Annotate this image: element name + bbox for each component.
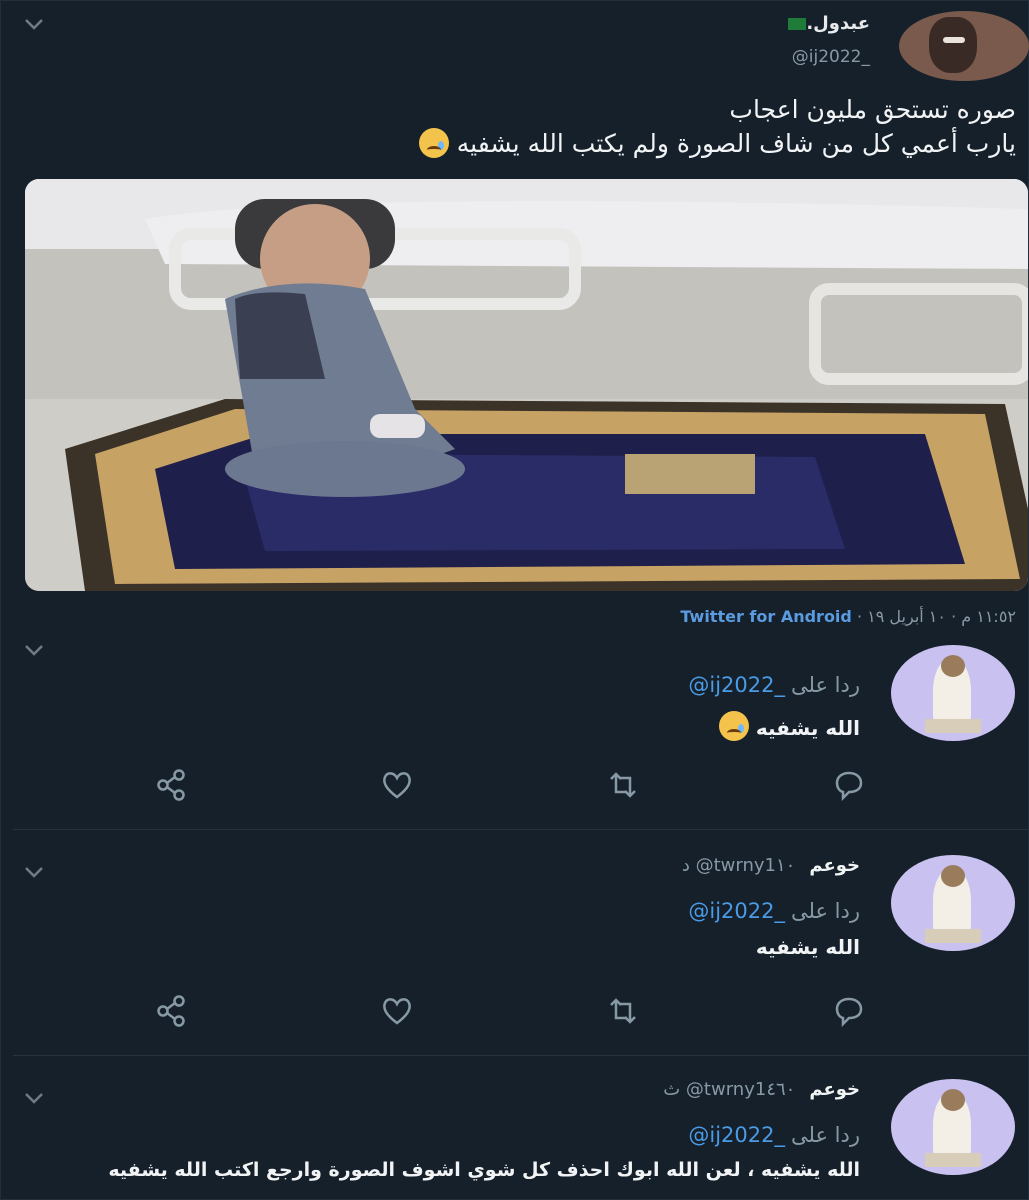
crying-face-emoji <box>418 128 449 158</box>
avatar-base <box>925 929 981 943</box>
retweet-icon[interactable] <box>603 765 643 805</box>
reply-author-handle[interactable]: @twrny1 <box>696 855 776 876</box>
reply-actions <box>151 991 871 1031</box>
chevron-down-icon[interactable] <box>23 1091 45 1105</box>
replying-label: ردا على <box>791 1123 860 1147</box>
replying-label: ردا على <box>791 673 860 697</box>
replying-to: ردا على@ij2022_ <box>688 673 860 697</box>
reply-author-name[interactable]: خوعم <box>809 1079 860 1100</box>
divider <box>13 1055 1028 1056</box>
reply-text-content: الله يشفيه <box>755 716 860 740</box>
reply-text: الله يشفيه ، لعن الله ابوك احذف كل شوي ا… <box>108 1159 860 1181</box>
reply-icon[interactable] <box>829 765 869 805</box>
reply-author-handle[interactable]: @twrny1 <box>686 1079 766 1100</box>
replying-to-link[interactable]: @ij2022_ <box>688 1123 785 1147</box>
author-name: عبدول. <box>806 13 870 34</box>
reply-icon[interactable] <box>829 991 869 1031</box>
replying-to-link[interactable]: @ij2022_ <box>688 899 785 923</box>
replying-to-link[interactable]: @ij2022_ <box>688 673 785 697</box>
reply-text: الله يشفيه <box>755 935 860 959</box>
reply-avatar[interactable] <box>891 645 1015 741</box>
chevron-down-icon[interactable] <box>23 17 45 31</box>
main-tweet-handle[interactable]: @ij2022_ <box>792 47 870 67</box>
screen: عبدول. @ij2022_ صوره تستحق مليون اعجاب ي… <box>0 0 1029 1200</box>
tweet-source[interactable]: Twitter for Android <box>680 607 852 626</box>
replying-label: ردا على <box>791 899 860 923</box>
main-tweet-name[interactable]: عبدول. <box>784 13 870 34</box>
like-icon[interactable] <box>377 991 417 1031</box>
chevron-down-icon[interactable] <box>23 865 45 879</box>
avatar-base <box>925 1153 981 1167</box>
avatar-eye <box>943 37 965 43</box>
reply-header: خوعم@twrny1١٠ د <box>682 855 860 876</box>
main-tweet-avatar[interactable] <box>899 11 1029 81</box>
share-icon[interactable] <box>151 991 191 1031</box>
divider <box>13 829 1028 830</box>
reply-avatar[interactable] <box>891 855 1015 951</box>
avatar-head <box>941 1089 965 1111</box>
avatar-head <box>941 865 965 887</box>
avatar-head <box>941 655 965 677</box>
replying-to: ردا على@ij2022_ <box>688 899 860 923</box>
tweet-text-line2: يارب أعمي كل من شاف الصورة ولم يكتب الله… <box>456 129 1016 158</box>
replying-to: ردا على@ij2022_ <box>688 1123 860 1147</box>
reply-header: خوعم@twrny1٤٦٠ ث <box>663 1079 860 1100</box>
reply-author-name[interactable]: خوعم <box>809 855 860 876</box>
tweet-text-line-2: يارب أعمي كل من شاف الصورة ولم يكتب الله… <box>116 127 1016 161</box>
flag-icon <box>788 18 807 30</box>
like-icon[interactable] <box>377 765 417 805</box>
crying-face-emoji <box>718 711 749 741</box>
tweet-media-image[interactable] <box>25 179 1028 591</box>
reply-text: الله يشفيه <box>718 711 860 741</box>
avatar-base <box>925 719 981 733</box>
share-icon[interactable] <box>151 765 191 805</box>
reply-avatar[interactable] <box>891 1079 1015 1175</box>
chevron-down-icon[interactable] <box>23 643 45 657</box>
avatar-face <box>929 17 977 73</box>
tweet-timestamp: ١١:٥٢ م · ١٠ أبريل ١٩ · <box>856 607 1016 626</box>
main-tweet-text: صوره تستحق مليون اعجاب يارب أعمي كل من ش… <box>116 93 1016 161</box>
retweet-icon[interactable] <box>603 991 643 1031</box>
reply-actions <box>151 765 871 805</box>
tweet-meta: ١١:٥٢ م · ١٠ أبريل ١٩ · Twitter for Andr… <box>680 607 1016 626</box>
tweet-text-line: صوره تستحق مليون اعجاب <box>729 95 1016 124</box>
